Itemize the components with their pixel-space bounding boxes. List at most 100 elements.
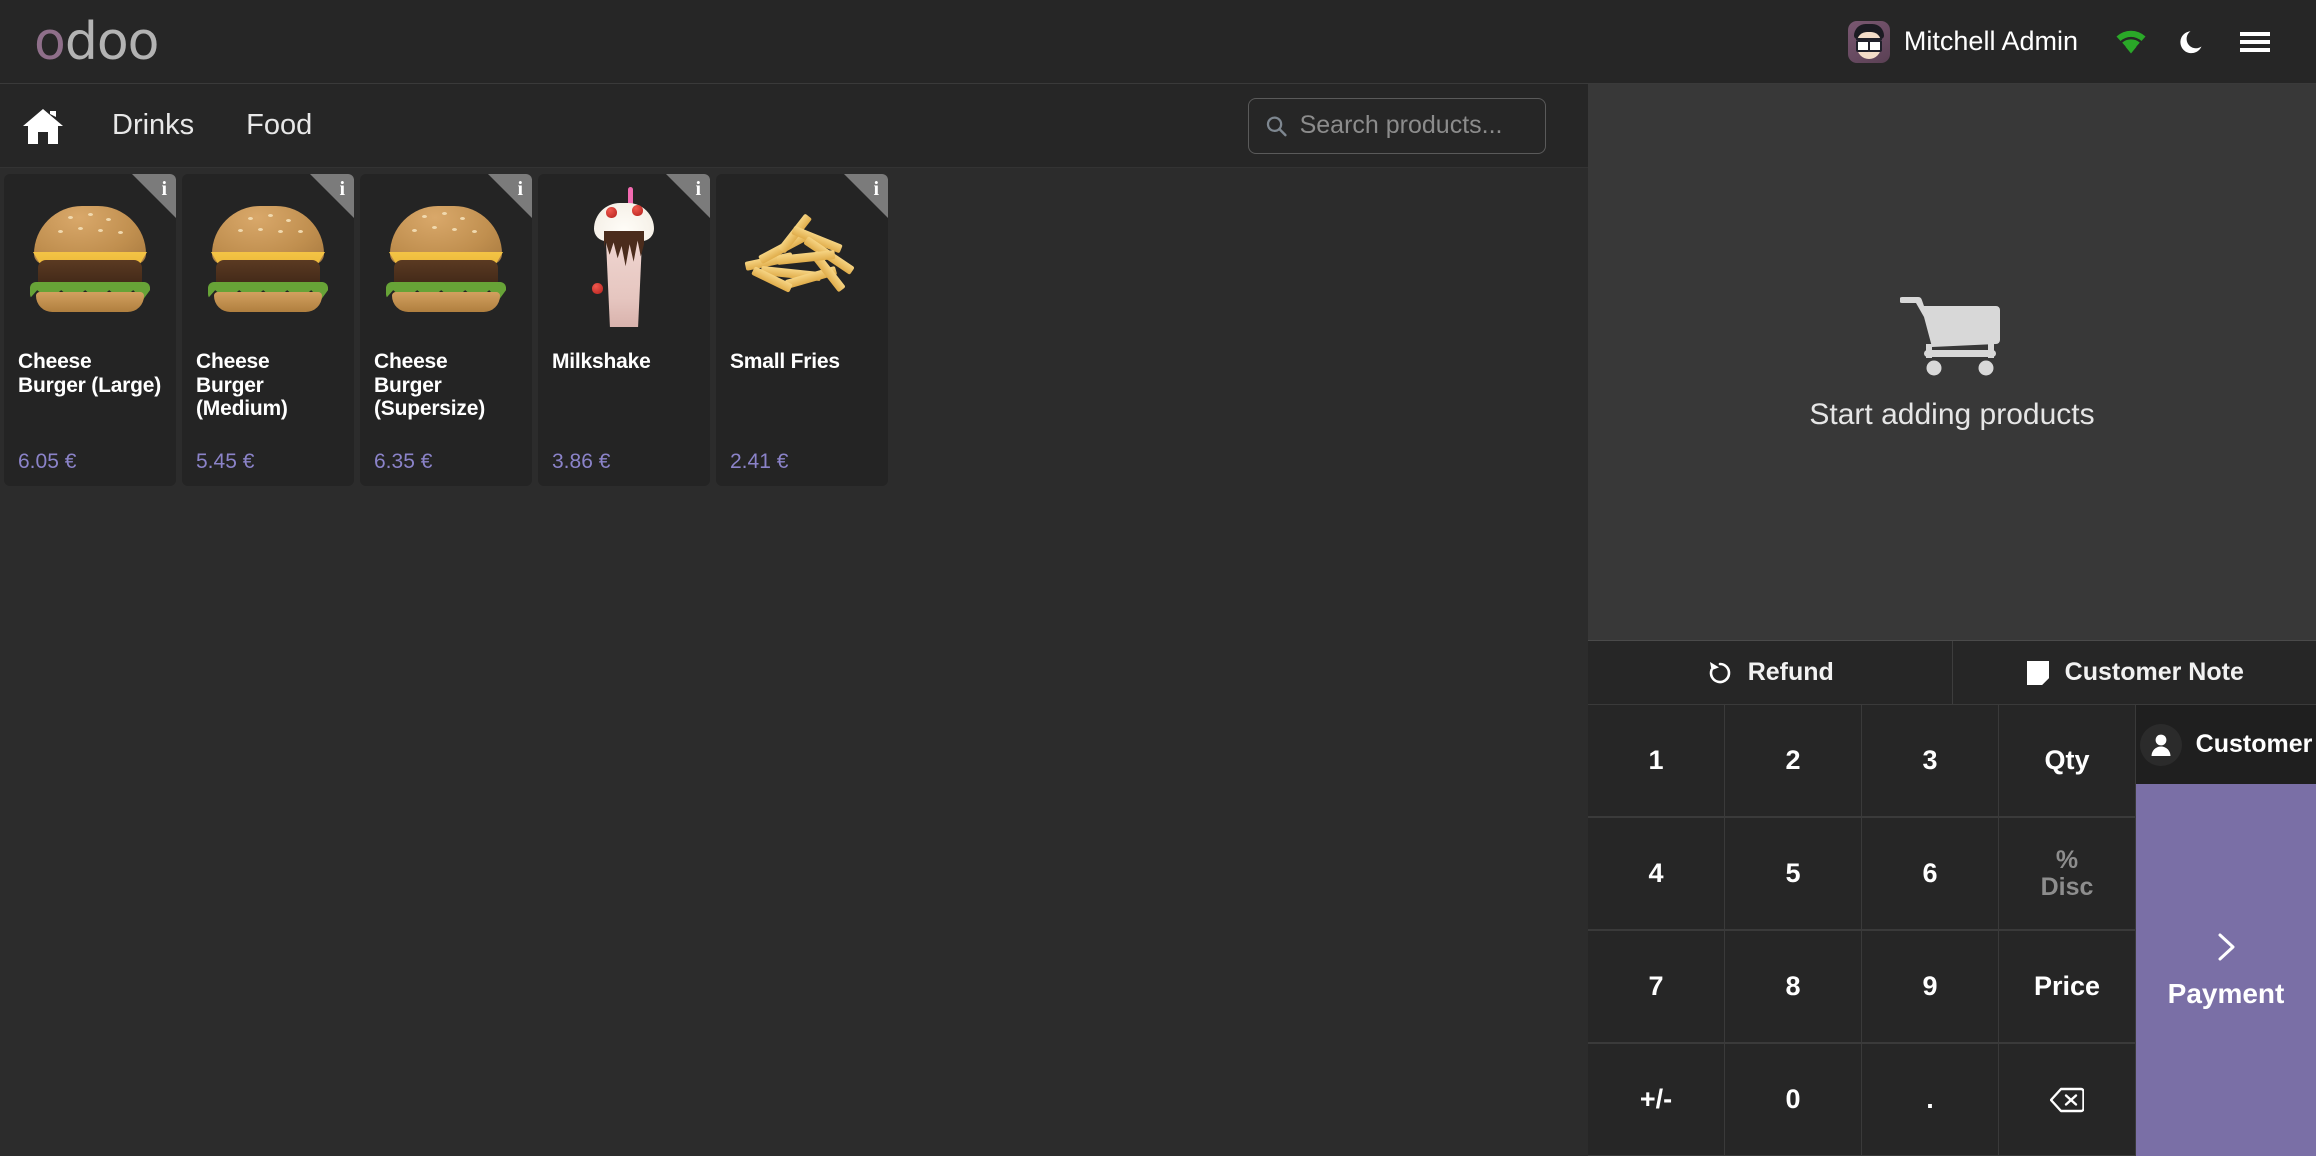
product-info-badge[interactable] bbox=[488, 174, 532, 218]
moon-icon[interactable] bbox=[2162, 11, 2224, 73]
product-card[interactable]: i Cheese Burger (Supersize) 6.35 € bbox=[360, 174, 532, 486]
empty-cart-text: Start adding products bbox=[1809, 398, 2095, 431]
numpad-zone: 1 2 3 Qty 4 5 6 % Disc 7 8 9 Price +/- 0… bbox=[1588, 704, 2316, 1156]
product-name: Cheese Burger (Supersize) bbox=[374, 350, 485, 421]
wifi-icon[interactable] bbox=[2100, 11, 2162, 73]
product-name: Cheese Burger (Medium) bbox=[196, 350, 288, 421]
product-name: Small Fries bbox=[730, 350, 840, 373]
product-card[interactable]: i Cheese Burger (Large) 6.05 € bbox=[4, 174, 176, 486]
logo-rest: doo bbox=[64, 11, 160, 72]
numpad-key-3[interactable]: 3 bbox=[1862, 704, 1999, 817]
key-label: 1 bbox=[1648, 745, 1664, 775]
chevron-right-icon bbox=[2218, 933, 2235, 961]
customer-button[interactable]: Customer bbox=[2136, 704, 2316, 784]
product-info-badge[interactable] bbox=[844, 174, 888, 218]
key-label: Price bbox=[2033, 971, 2101, 1001]
cheese-burger-icon bbox=[204, 202, 332, 314]
key-label: 2 bbox=[1785, 745, 1801, 775]
numpad-key-backspace[interactable] bbox=[1999, 1043, 2136, 1156]
category-tab-drinks[interactable]: Drinks bbox=[86, 84, 220, 168]
refund-button[interactable]: Refund bbox=[1588, 641, 1952, 704]
note-icon bbox=[2026, 660, 2049, 685]
payment-label: Payment bbox=[2167, 978, 2285, 1009]
key-label: 8 bbox=[1785, 971, 1801, 1001]
numpad-key-4[interactable]: 4 bbox=[1588, 817, 1725, 930]
product-name: Milkshake bbox=[552, 350, 651, 373]
home-icon[interactable] bbox=[0, 84, 86, 168]
key-label: +/- bbox=[1639, 1084, 1673, 1114]
product-card[interactable]: i Cheese Burger (Medium) 5.45 € bbox=[182, 174, 354, 486]
username-label: Mitchell Admin bbox=[1903, 26, 2078, 56]
payment-button[interactable]: Payment bbox=[2136, 784, 2316, 1156]
product-screen: Drinks Food Search products... i Cheese … bbox=[0, 84, 1588, 1156]
product-card[interactable]: i Milkshake 3.86 € bbox=[538, 174, 710, 486]
numpad: 1 2 3 Qty 4 5 6 % Disc 7 8 9 Price +/- 0… bbox=[1588, 704, 2136, 1156]
key-label: 5 bbox=[1785, 858, 1801, 888]
numpad-key-6[interactable]: 6 bbox=[1862, 817, 1999, 930]
odoo-logo[interactable]: o doo bbox=[34, 11, 160, 72]
search-icon bbox=[1266, 116, 1287, 136]
numpad-key-8[interactable]: 8 bbox=[1725, 930, 1862, 1043]
milkshake-icon bbox=[586, 187, 662, 329]
key-label: 9 bbox=[1922, 971, 1938, 1001]
key-label: 4 bbox=[1648, 858, 1664, 888]
numpad-key-9[interactable]: 9 bbox=[1862, 930, 1999, 1043]
key-label: . bbox=[1926, 1084, 1934, 1114]
product-info-badge[interactable] bbox=[132, 174, 176, 218]
product-card[interactable]: i Small Fries 2.41 € bbox=[716, 174, 888, 486]
product-info-badge[interactable] bbox=[666, 174, 710, 218]
backspace-icon bbox=[2050, 1087, 2084, 1112]
product-info-badge[interactable] bbox=[310, 174, 354, 218]
key-label: 6 bbox=[1922, 858, 1938, 888]
category-label: Drinks bbox=[112, 109, 195, 141]
customer-note-button[interactable]: Customer Note bbox=[1951, 641, 2316, 704]
numpad-key-2[interactable]: 2 bbox=[1725, 704, 1862, 817]
numpad-key-discount[interactable]: % Disc bbox=[1999, 817, 2136, 930]
search-box[interactable] bbox=[1248, 97, 1546, 154]
hamburger-menu-icon[interactable] bbox=[2224, 11, 2286, 73]
order-panel: Start adding products Refund Customer No… bbox=[1588, 84, 2316, 1156]
avatar bbox=[1847, 20, 1890, 63]
category-label: Food bbox=[246, 109, 313, 141]
numpad-key-qty[interactable]: Qty bbox=[1999, 704, 2136, 817]
key-label: 7 bbox=[1648, 971, 1664, 1001]
person-icon bbox=[2139, 723, 2182, 766]
numpad-key-decimal[interactable]: . bbox=[1862, 1043, 1999, 1156]
order-actions-row: Refund Customer Note bbox=[1588, 640, 2316, 704]
product-toolbar: Drinks Food bbox=[0, 84, 1588, 168]
numpad-key-7[interactable]: 7 bbox=[1588, 930, 1725, 1043]
numpad-key-plusminus[interactable]: +/- bbox=[1588, 1043, 1725, 1156]
key-sublabel: Disc bbox=[2040, 872, 2094, 901]
product-name: Cheese Burger (Large) bbox=[18, 350, 162, 397]
product-price: 2.41 € bbox=[730, 450, 789, 473]
key-label: Qty bbox=[2044, 745, 2090, 775]
navbar-right-group: Mitchell Admin bbox=[1826, 11, 2316, 73]
numpad-key-0[interactable]: 0 bbox=[1725, 1043, 1862, 1156]
logo-first-letter: o bbox=[34, 11, 66, 72]
cheese-burger-icon bbox=[26, 202, 154, 314]
customer-note-label: Customer Note bbox=[2064, 658, 2244, 686]
order-side-actions: Customer Payment bbox=[2136, 704, 2316, 1156]
category-tab-food[interactable]: Food bbox=[220, 84, 338, 168]
search-input[interactable] bbox=[1299, 111, 1529, 140]
fries-icon bbox=[739, 213, 865, 303]
cheese-burger-icon bbox=[382, 202, 510, 314]
numpad-key-price[interactable]: Price bbox=[1999, 930, 2136, 1043]
numpad-key-5[interactable]: 5 bbox=[1725, 817, 1862, 930]
product-price: 5.45 € bbox=[196, 450, 255, 473]
top-navbar: o doo Mitchell Admin bbox=[0, 0, 2316, 84]
key-label: % bbox=[2055, 846, 2079, 875]
shopping-cart-icon bbox=[1900, 296, 2000, 376]
product-price: 6.05 € bbox=[18, 450, 77, 473]
refund-icon bbox=[1709, 661, 1730, 683]
product-price: 6.35 € bbox=[374, 450, 433, 473]
empty-cart-placeholder: Start adding products bbox=[1588, 84, 2316, 640]
refund-label: Refund bbox=[1747, 658, 1834, 686]
user-menu[interactable]: Mitchell Admin bbox=[1826, 12, 2100, 72]
product-price: 3.86 € bbox=[552, 450, 611, 473]
numpad-key-1[interactable]: 1 bbox=[1588, 704, 1725, 817]
product-grid: i Cheese Burger (Large) 6.05 € i Cheese … bbox=[0, 168, 1588, 492]
customer-label: Customer bbox=[2195, 730, 2313, 758]
key-label: 3 bbox=[1922, 745, 1938, 775]
key-label: 0 bbox=[1785, 1084, 1801, 1114]
